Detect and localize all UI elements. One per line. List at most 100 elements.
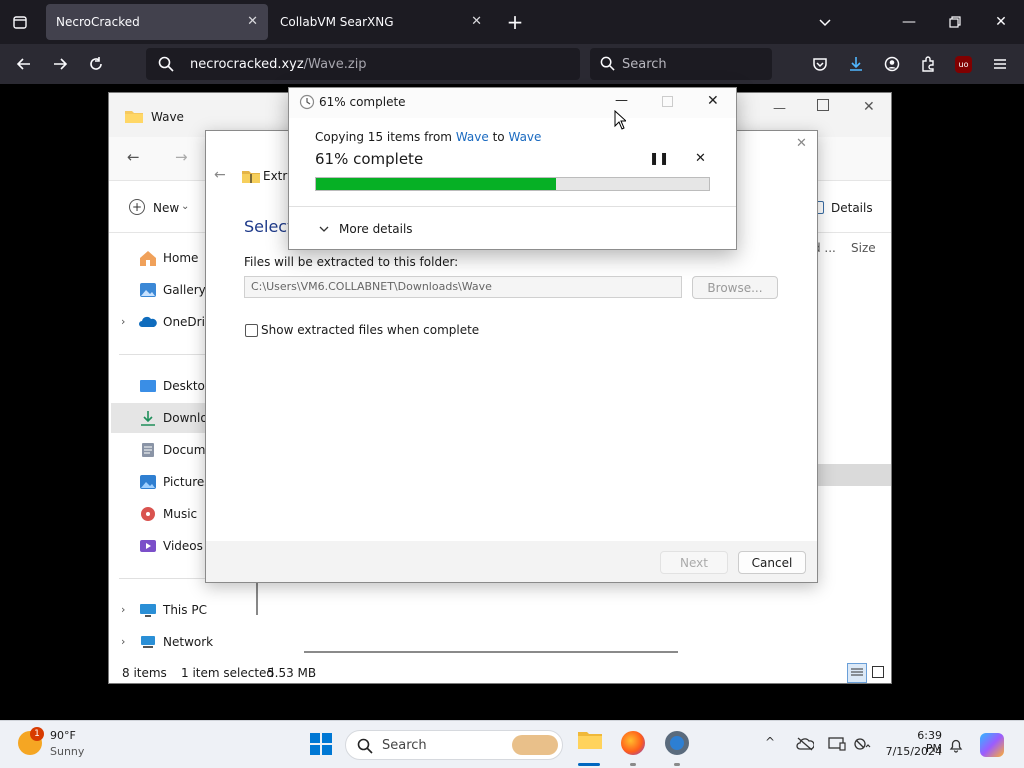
stop-button[interactable]: ✕ [695,151,706,166]
home-icon [140,251,156,266]
display-icon[interactable] [828,737,846,754]
pause-button[interactable]: ❚❚ [649,151,669,165]
sidebar-item-music[interactable]: Music [139,506,197,522]
restore-button[interactable] [941,8,969,36]
downloads-icon[interactable] [842,50,870,78]
network-status-icon[interactable] [854,737,872,754]
explorer-close-button[interactable]: ✕ [863,99,875,115]
details-button[interactable]: Details [831,201,873,215]
sidebar-item-label: Gallery [163,283,206,297]
tab-close-icon[interactable]: ✕ [471,14,482,29]
url-bar[interactable]: necrocracked.xyz/Wave.zip [146,48,580,80]
file-explorer-taskbar-icon[interactable] [578,729,602,753]
sidebar-item-gallery[interactable]: Gallery [139,282,206,298]
progress-status: 61% complete [315,150,424,168]
sidebar-item-downloads[interactable]: Downlo [139,410,208,426]
column-header-size[interactable]: Size [851,241,876,255]
account-icon[interactable] [878,50,906,78]
sidebar-item-documents[interactable]: Docume [139,442,213,458]
minimize-button[interactable]: — [895,8,923,36]
new-tab-button[interactable]: + [501,8,529,36]
start-button[interactable] [310,733,332,758]
expand-chevron-icon[interactable]: › [121,635,125,648]
explorer-tab-title: Wave [151,110,184,124]
ublock-origin-icon[interactable]: uo [955,56,972,73]
close-window-button[interactable]: ✕ [987,8,1015,36]
pocket-icon[interactable] [806,50,834,78]
destination-folder-link[interactable]: Wave [508,130,541,144]
next-button[interactable]: Next [660,551,728,574]
details-view-icon[interactable] [847,663,867,683]
weather-desc[interactable]: Sunny [50,745,84,758]
back-arrow-icon[interactable]: ← [214,167,226,183]
settings-gear-icon[interactable] [665,731,689,755]
progress-bar-fill [316,178,556,190]
sidebar-item-label: Downlo [163,411,208,425]
notification-bell-icon[interactable] [948,737,964,756]
tab-list-icon[interactable] [6,8,34,36]
new-button[interactable]: New [153,201,179,215]
horizontal-scrollbar[interactable] [304,651,678,653]
chevron-down-icon [319,226,329,232]
progress-maximize-button [662,96,673,107]
more-details-toggle[interactable]: More details [319,222,413,236]
clock-date[interactable]: 7/15/2024 [882,745,942,758]
explorer-maximize-button[interactable] [817,99,829,111]
sidebar-item-desktop[interactable]: Desktop [139,378,213,394]
chevron-down-icon[interactable] [811,8,839,36]
sidebar-item-onedrive[interactable]: OneDriv [139,314,212,330]
network-icon [141,636,155,648]
source-folder-link[interactable]: Wave [456,130,489,144]
forward-icon[interactable] [46,50,74,78]
search-icon [357,738,373,758]
cloud-offline-icon[interactable] [796,737,815,754]
tab-collabvm-searxng[interactable]: CollabVM SearXNG ✕ [270,4,492,40]
show-files-checkbox[interactable] [245,324,258,337]
forward-arrow-icon[interactable]: → [175,148,188,166]
progress-close-button[interactable]: ✕ [707,93,719,109]
browse-button[interactable]: Browse... [692,276,778,299]
expand-chevron-icon[interactable]: › [121,603,125,616]
back-arrow-icon[interactable]: ← [127,148,140,166]
status-item-count: 8 items [122,666,167,680]
sidebar-item-network[interactable]: Network [139,634,213,650]
menu-icon[interactable] [986,50,1014,78]
destination-path-input[interactable]: C:\Users\VM6.COLLABNET\Downloads\Wave [244,276,682,298]
explorer-minimize-button[interactable]: — [773,101,786,116]
extensions-icon[interactable] [914,50,942,78]
tiles-view-icon[interactable] [872,666,884,678]
sidebar-item-label: Videos [163,539,203,553]
search-placeholder: Search [622,56,667,72]
search-icon [600,56,615,75]
tab-close-icon[interactable]: ✕ [247,14,258,29]
browser-tab-bar: NecroCracked ✕ CollabVM SearXNG ✕ + — ✕ [0,0,1024,44]
document-icon [142,443,154,457]
dialog-close-button[interactable]: ✕ [796,136,807,151]
tab-necrocracked[interactable]: NecroCracked ✕ [46,4,268,40]
sidebar-item-this-pc[interactable]: This PC [139,602,207,618]
firefox-taskbar-icon[interactable] [621,731,645,755]
windows-taskbar: 1 90°F Sunny Search ^ 6:39 PM 7/15/2024 [0,720,1024,768]
sidebar-scrollbar[interactable] [256,583,258,615]
show-hidden-icons-chevron[interactable]: ^ [765,735,775,749]
copilot-icon[interactable] [980,733,1004,757]
weather-temp[interactable]: 90°F [50,729,76,742]
sidebar-item-videos[interactable]: Videos [139,538,203,554]
onedrive-icon [139,316,157,327]
progress-minimize-button[interactable]: — [615,93,628,108]
expand-chevron-icon[interactable]: › [121,315,125,328]
back-icon[interactable] [10,50,38,78]
status-selection: 1 item selected [181,666,275,680]
chevron-down-icon: ⌄ [181,201,190,212]
sidebar-item-label: Pictures [163,475,211,489]
tab-label: NecroCracked [56,15,140,29]
dialog-heading: Select [244,217,294,236]
search-bar[interactable]: Search [590,48,772,80]
taskbar-search-box[interactable]: Search [345,730,563,760]
sidebar-item-pictures[interactable]: Pictures [139,474,211,490]
reload-icon[interactable] [82,50,110,78]
cancel-button[interactable]: Cancel [738,551,806,574]
selected-row-highlight[interactable] [817,464,891,486]
sidebar-item-home[interactable]: Home [139,250,198,266]
checkbox-label: Show extracted files when complete [261,323,480,337]
